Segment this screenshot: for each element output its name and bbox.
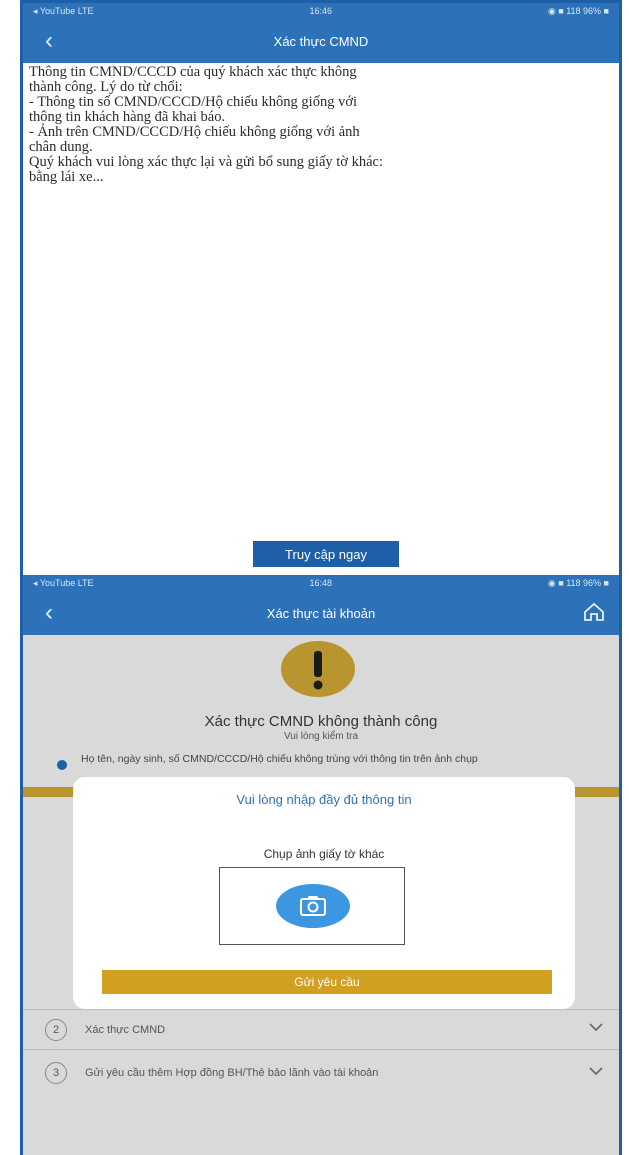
nav-bar: ‹ Xác thực tài khoản [23,591,619,635]
message-line: Thông tin CMND/CCCD của quý khách xác th… [29,64,357,80]
status-bar: ◂ YouTube LTE 16:48 ◉ ■ 118 96% ■ [23,575,619,591]
warning-title: Xác thực CMND không thành công [204,713,438,730]
chevron-down-icon [589,1023,603,1032]
back-icon[interactable]: ‹ [45,27,53,55]
status-battery: ◉ ■ 118 96% ■ [547,577,609,588]
step-item-verify-id[interactable]: 2 Xác thực CMND [23,1009,619,1049]
message-line: Quý khách vui lòng xác thực lại và gửi b… [29,154,383,170]
status-time: 16:46 [309,6,332,16]
step-label: Xác thực CMND [85,1023,166,1036]
message-line: thành công. Lý do từ chối: [29,79,183,95]
warning-subtitle: Vui lòng kiểm tra [283,731,359,742]
step-label: Gửi yêu cầu thêm Hợp đồng BH/Thẻ bảo lãn… [85,1066,379,1079]
status-carrier: ◂ YouTube LTE [33,5,94,16]
upload-dialog: Vui lòng nhập đầy đủ thông tin Chụp ảnh … [73,777,575,1009]
status-time: 16:48 [309,578,332,588]
nav-bar: ‹ Xác thực CMND [23,19,619,63]
message-line: thông tin khách hàng đã khai báo. [29,109,226,125]
access-now-button[interactable]: Truy cập ngay [253,541,399,567]
step-item-add-contract[interactable]: 3 Gửi yêu cầu thêm Hợp đồng BH/Thẻ bảo l… [23,1049,619,1095]
message-line: - Ảnh trên CMND/CCCD/Hộ chiếu không giốn… [29,124,360,140]
back-icon[interactable]: ‹ [45,599,53,627]
status-bar: ◂ YouTube LTE 16:46 ◉ ■ 118 96% ■ [23,3,619,19]
message-line: bằng lái xe... [29,169,104,185]
verification-message: Thông tin CMND/CCCD của quý khách xác th… [23,63,619,185]
bullet-icon [57,760,67,770]
message-line: chân dung. [29,139,93,155]
exclamation-icon [313,651,323,690]
message-line: - Thông tin số CMND/CCCD/Hộ chiếu không … [29,94,358,110]
step-number: 2 [45,1018,67,1041]
page-title: Xác thực tài khoản [266,605,376,621]
camera-button[interactable] [276,884,350,928]
rejection-reason: Họ tên, ngày sinh, số CMND/CCCD/Hộ chiếu… [81,753,478,765]
page-title: Xác thực CMND [273,33,369,49]
status-carrier: ◂ YouTube LTE [33,577,94,588]
photo-upload-area[interactable] [219,867,405,945]
submit-request-button[interactable]: Gửi yêu cầu [102,970,552,994]
bottom-screen: ◂ YouTube LTE 16:48 ◉ ■ 118 96% ■ ‹ Xác … [20,575,622,1155]
top-screen: ◂ YouTube LTE 16:46 ◉ ■ 118 96% ■ ‹ Xác … [20,0,622,575]
status-battery: ◉ ■ 118 96% ■ [547,5,609,16]
chevron-down-icon [589,1067,603,1076]
home-icon[interactable] [583,602,605,622]
step-number: 3 [45,1061,67,1084]
camera-icon [300,896,326,916]
upload-label: Chụp ảnh giấy tờ khác [263,847,385,861]
dialog-title: Vui lòng nhập đầy đủ thông tin [236,792,412,807]
